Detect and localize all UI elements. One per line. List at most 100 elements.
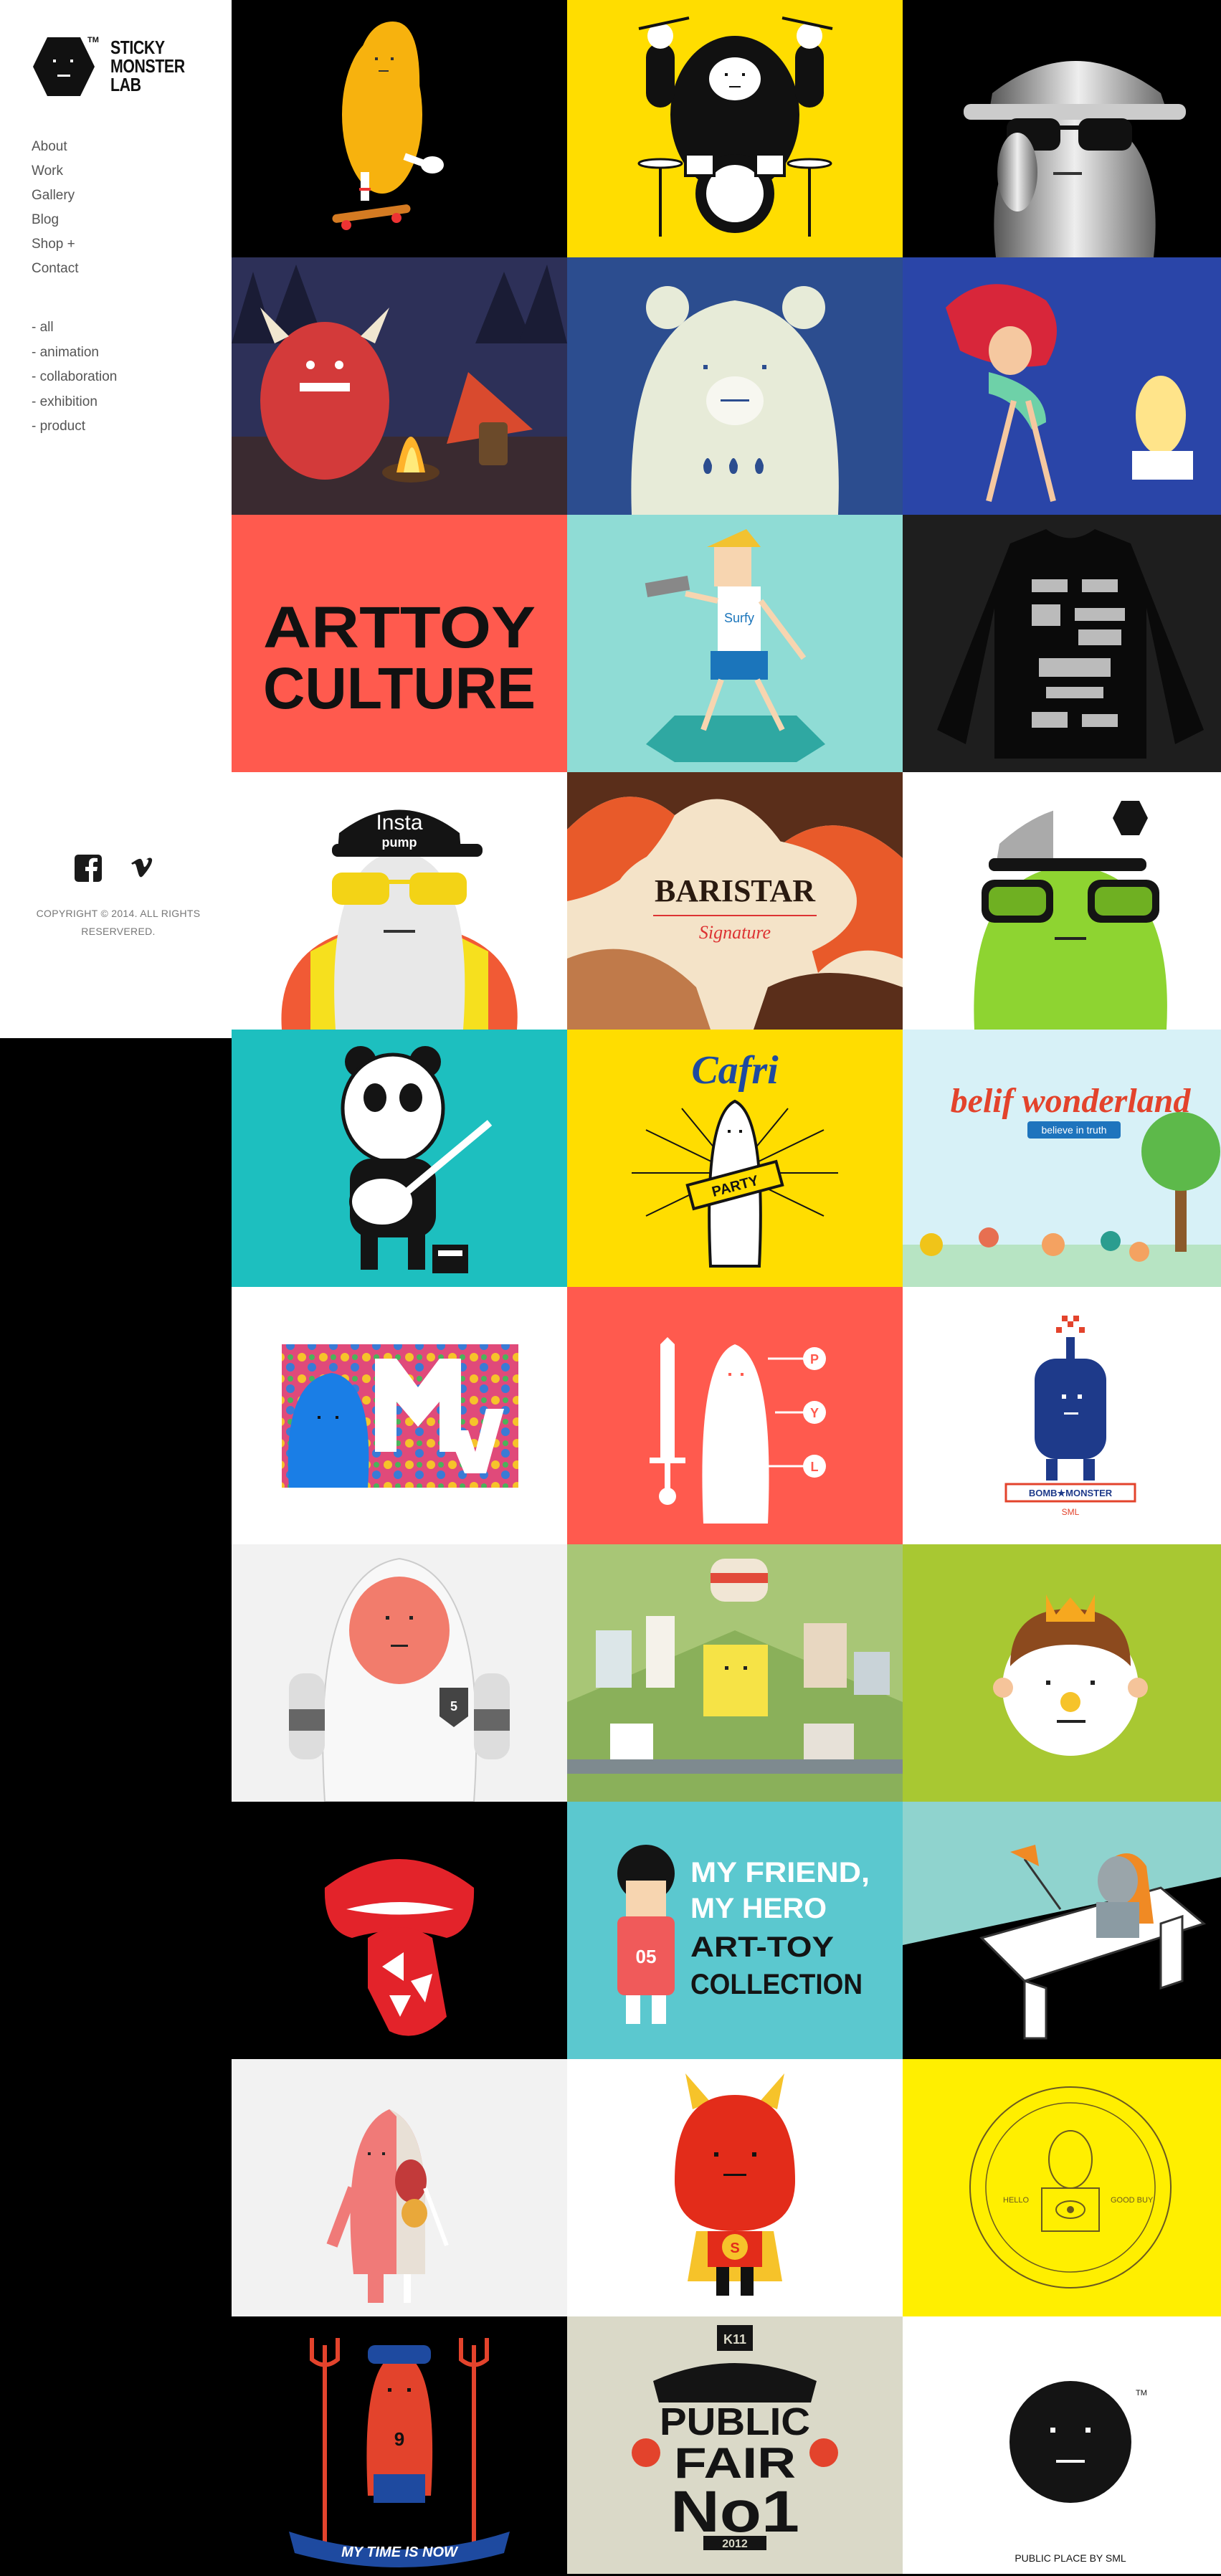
tile-baristar[interactable]: BARISTAR Signature: [567, 772, 903, 1030]
sml-logo-tm: TM: [1136, 2389, 1147, 2397]
brand-line-3: LAB: [110, 74, 141, 95]
sml-face-logo: TM PUBLIC PLACE BY SML: [1009, 2381, 1147, 2564]
filter-collaboration[interactable]: - collaboration: [32, 365, 117, 390]
filter-product[interactable]: - product: [32, 414, 117, 439]
tile-bear-monster[interactable]: [567, 257, 903, 515]
filter-exhibition[interactable]: - exhibition: [32, 390, 117, 415]
rolling-tongue-illustration: [324, 1859, 475, 2036]
prince-monster-illustration: [993, 1594, 1148, 1756]
instapump-bottom-label: pump: [382, 835, 417, 850]
nav-blog[interactable]: Blog: [32, 208, 78, 232]
nav-about[interactable]: About: [32, 135, 78, 159]
bomb-monster-banner: BOMB★MONSTER: [1029, 1488, 1113, 1498]
tile-public-place-seal[interactable]: HELLO GOOD BUY: [903, 2059, 1221, 2316]
monster-face-logo-icon: [33, 37, 95, 96]
panda-guitar-illustration: [341, 1046, 493, 1273]
baristar-title: BARISTAR: [655, 873, 816, 908]
drummer-gorilla-illustration: [637, 16, 833, 237]
jersey-number: 9: [394, 2428, 404, 2450]
myfriend-line-1: MY FRIEND,: [690, 1857, 870, 1888]
desk-worker-illustration: [903, 1845, 1221, 2059]
mermaid-scene-illustration: [903, 257, 1221, 515]
filter-all[interactable]: - all: [32, 315, 117, 341]
tile-myfriend-myhero[interactable]: 05 MY FRIEND, MY HERO ART-TOY COLLECTION: [567, 1802, 903, 2059]
tile-surfy[interactable]: Surfy: [567, 515, 903, 772]
public-fair-poster: K11 PUBLIC FAIR No1 2012: [632, 2325, 838, 2550]
nav-shop[interactable]: Shop +: [32, 232, 78, 257]
brand-logo[interactable]: TM STICKY MONSTER LAB: [32, 36, 204, 100]
tile-desk-monster[interactable]: [903, 1802, 1221, 2059]
tile-public-fair[interactable]: K11 PUBLIC FAIR No1 2012: [567, 2316, 903, 2574]
crying-bear-illustration: [631, 286, 839, 515]
tile-belif-wonderland[interactable]: belif wonderland believe in truth: [903, 1030, 1221, 1287]
brand-line-1: STICKY: [110, 37, 165, 58]
tile-public-place-logo[interactable]: TM PUBLIC PLACE BY SML: [903, 2316, 1221, 2574]
filter-animation[interactable]: - animation: [32, 341, 117, 366]
astronaut-monster-figure: 5: [232, 1544, 567, 1802]
copyright-text: COPYRIGHT © 2014. ALL RIGHTS RESERVERED.: [36, 908, 201, 937]
trademark-label: TM: [87, 36, 99, 44]
tile-city-monster[interactable]: [567, 1544, 903, 1802]
black-tshirt-product: [937, 529, 1204, 759]
tile-green-monster[interactable]: [903, 772, 1221, 1030]
fair-no1-label: No1: [670, 2479, 799, 2544]
tile-my-time-is-now[interactable]: 9 MY TIME IS NOW: [232, 2316, 567, 2574]
arttoy-line-2: CULTURE: [263, 656, 536, 721]
anatomy-monster-figure: [326, 2109, 449, 2303]
green-monster-cap-illustration: [974, 792, 1167, 1030]
category-filters: - all - animation - collaboration - exhi…: [32, 315, 117, 439]
tile-arttoy-culture[interactable]: ARTTOY CULTURE: [232, 515, 567, 772]
tile-mtv[interactable]: [232, 1287, 567, 1544]
fair-k11-label: K11: [723, 2332, 746, 2347]
belif-wonderland-illustration: belif wonderland believe in truth: [903, 1082, 1221, 1287]
tile-bomb-monster[interactable]: BOMB★MONSTER SML: [903, 1287, 1221, 1544]
skateboard-monster-illustration: [332, 22, 444, 230]
brand-line-2: MONSTER: [110, 55, 185, 77]
tile-cafri-party[interactable]: Cafri PARTY: [567, 1030, 903, 1287]
bomb-monster-pixel-illustration: BOMB★MONSTER SML: [1004, 1316, 1136, 1517]
vimeo-icon[interactable]: [130, 857, 153, 879]
tile-chrome-monster[interactable]: [903, 0, 1221, 257]
arttoy-line-1: ARTTOY: [263, 595, 536, 660]
myfriend-line-3: ART-TOY: [690, 1931, 834, 1963]
belif-subtitle: believe in truth: [1041, 1124, 1106, 1136]
superhero-devil-illustration: S: [675, 2073, 795, 2296]
sidebar: TM STICKY MONSTER LAB About Work Gallery…: [0, 0, 232, 1038]
tile-instapump[interactable]: Insta pump: [232, 772, 567, 1030]
tile-pyl[interactable]: P Y L: [567, 1287, 903, 1544]
public-place-caption: PUBLIC PLACE BY SML: [1015, 2552, 1126, 2564]
tile-campfire-monster[interactable]: [232, 257, 567, 515]
arttoy-culture-poster: ARTTOY CULTURE: [263, 595, 536, 721]
seal-hello-label: HELLO: [1003, 2196, 1030, 2205]
tile-panda-guitar[interactable]: [232, 1030, 567, 1287]
tile-prince-monster[interactable]: [903, 1544, 1221, 1802]
baristar-signature-poster: BARISTAR Signature: [567, 772, 903, 1030]
baristar-subtitle: Signature: [699, 922, 771, 943]
tile-astronaut[interactable]: 5: [232, 1544, 567, 1802]
cafri-logo: Cafri: [691, 1048, 779, 1093]
nav-contact[interactable]: Contact: [32, 257, 78, 281]
line-art-seal-illustration: HELLO GOOD BUY: [969, 2086, 1172, 2289]
gallery-grid: ARTTOY CULTURE Surfy Insta pump BARISTAR…: [232, 0, 1221, 2576]
my-time-is-now-banner: MY TIME IS NOW: [341, 2544, 459, 2560]
superhero-s-letter: S: [730, 2240, 739, 2256]
tile-drummer-monster[interactable]: [567, 0, 903, 257]
seal-goodbuy-label: GOOD BUY: [1111, 2196, 1154, 2205]
tile-skateboard-monster[interactable]: [232, 0, 567, 257]
social-links: [75, 853, 161, 885]
nav-work[interactable]: Work: [32, 159, 78, 184]
tile-anatomy-monster[interactable]: [232, 2059, 567, 2316]
myfriend-myhero-poster: 05 MY FRIEND, MY HERO ART-TOY COLLECTION: [617, 1845, 870, 2024]
belif-title: belif wonderland: [951, 1082, 1192, 1120]
tile-rolling-tongue[interactable]: [232, 1802, 567, 2059]
myfriend-line-2: MY HERO: [690, 1893, 827, 1924]
facebook-icon[interactable]: [75, 855, 102, 882]
tile-superhero-monster[interactable]: S: [567, 2059, 903, 2316]
tile-tshirt[interactable]: [903, 515, 1221, 772]
tile-mermaid-monster[interactable]: [903, 257, 1221, 515]
nav-gallery[interactable]: Gallery: [32, 184, 78, 208]
surfy-label: Surfy: [724, 611, 754, 625]
instapump-monster-illustration: Insta pump: [281, 809, 518, 1030]
campfire-monster-illustration: [232, 257, 567, 515]
mtv-collaboration-illustration: [282, 1344, 518, 1488]
